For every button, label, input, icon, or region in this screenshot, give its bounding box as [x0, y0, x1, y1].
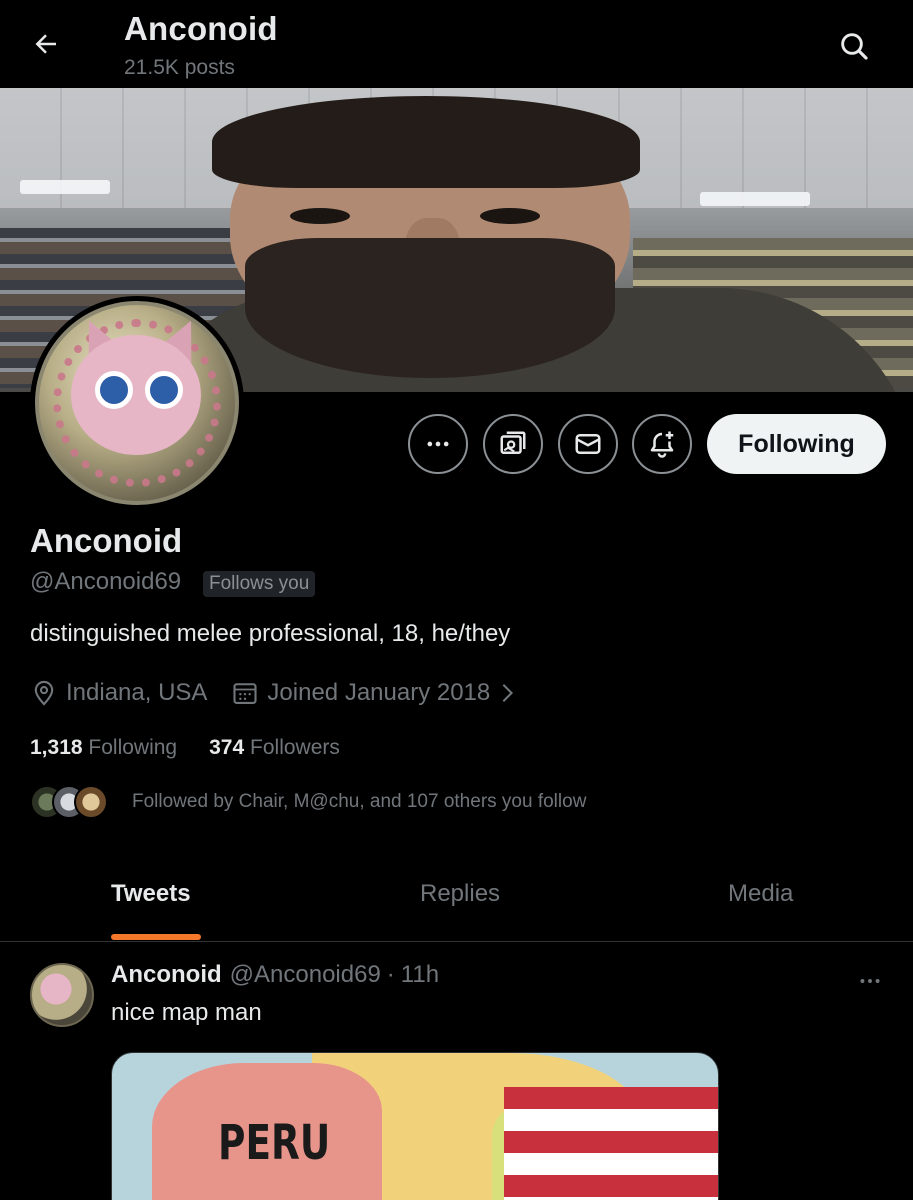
tab-replies[interactable]: Replies [420, 880, 500, 908]
following-count: 1,318 [30, 736, 83, 759]
joined-date[interactable]: Joined January 2018 [231, 679, 518, 707]
map-flag [504, 1087, 718, 1200]
tweet-separator: · [386, 961, 395, 988]
subscriptions-button[interactable] [483, 414, 543, 474]
location-pin-icon [34, 680, 54, 706]
subscriptions-icon [500, 431, 526, 454]
back-button[interactable] [26, 24, 66, 64]
display-name: Anconoid [30, 522, 183, 559]
following-label: Following [88, 736, 178, 759]
followers-label: Followers [250, 736, 340, 759]
tweet-text: nice map man [111, 999, 262, 1026]
joined-text: Joined January 2018 [267, 679, 491, 706]
tab-media[interactable]: Media [728, 880, 793, 908]
message-button[interactable] [558, 414, 618, 474]
banner-eye [290, 208, 350, 224]
tweet-author-handle[interactable]: @Anconoid69 [230, 961, 381, 989]
following-stat[interactable]: 1,318 Following [30, 736, 177, 760]
banner-beard [245, 238, 615, 378]
tweet[interactable]: Anconoid @Anconoid69 · 11h nice map man … [0, 943, 913, 1200]
calendar-icon [233, 683, 257, 704]
banner-hair [212, 96, 640, 188]
mail-icon [575, 434, 601, 454]
followers-count: 374 [209, 736, 245, 759]
tweet-time[interactable]: 11h [401, 961, 439, 989]
tab-tweets[interactable]: Tweets [111, 880, 191, 908]
following-button[interactable]: Following [707, 414, 886, 474]
tweet-author-name[interactable]: Anconoid [111, 961, 222, 989]
tweet-header: Anconoid @Anconoid69 · 11h [111, 961, 439, 989]
profile-header: Anconoid 21.5K posts [0, 0, 913, 88]
arrow-left-icon [35, 34, 56, 54]
tweet-more-button[interactable] [850, 969, 890, 993]
more-button[interactable] [408, 414, 468, 474]
followed-by-text: Followed by Chair, M@chu, and 107 others… [132, 791, 587, 812]
tweet-media-image[interactable]: PERU [111, 1052, 719, 1200]
banner-light [700, 192, 810, 206]
avatar-eye [145, 371, 183, 409]
map-label: PERU [218, 1115, 331, 1171]
avatar [74, 785, 108, 819]
search-button[interactable] [832, 24, 876, 68]
location-text: Indiana, USA [66, 679, 208, 706]
more-horizontal-icon [860, 979, 880, 983]
profile-meta: Indiana, USA Joined January 2018 [30, 676, 518, 710]
profile-tabs: Tweets Replies Media [0, 862, 913, 942]
active-tab-indicator [111, 934, 201, 940]
handle: @Anconoid69 [30, 568, 182, 595]
more-horizontal-icon [427, 441, 449, 447]
avatar-eye [95, 371, 133, 409]
followed-by[interactable]: Followed by Chair, M@chu, and 107 others… [30, 782, 586, 822]
location: Indiana, USA [30, 679, 207, 707]
banner-eye [480, 208, 540, 224]
notify-button[interactable] [632, 414, 692, 474]
tweet-avatar[interactable] [30, 963, 94, 1027]
bell-plus-icon [650, 431, 674, 458]
header-title: Anconoid [124, 10, 278, 47]
bio: distinguished melee professional, 18, he… [30, 620, 511, 647]
chevron-right-icon [502, 684, 514, 702]
banner-light [20, 180, 110, 194]
post-count: 21.5K posts [124, 56, 235, 79]
follows-you-badge: Follows you [203, 571, 316, 597]
follow-stats: 1,318 Following 374 Followers [30, 736, 340, 760]
avatar-image [35, 301, 239, 505]
followers-stat[interactable]: 374 Followers [209, 736, 340, 760]
search-icon [841, 33, 868, 60]
profile-avatar[interactable] [30, 296, 244, 510]
